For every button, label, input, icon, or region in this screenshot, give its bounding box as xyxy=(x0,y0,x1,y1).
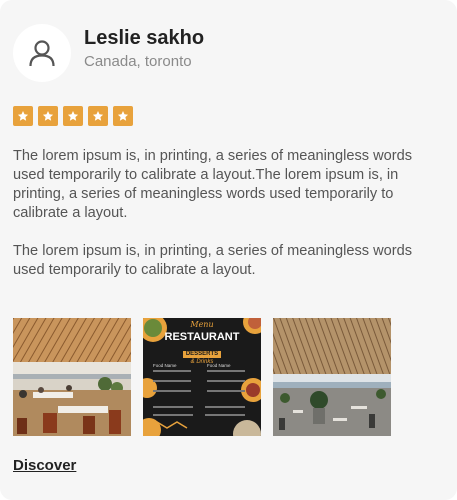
menu-item: Food Name xyxy=(153,363,177,368)
review-paragraph: The lorem ipsum is, in printing, a serie… xyxy=(13,148,413,221)
menu-brand: Menu xyxy=(190,320,214,329)
reviewer-location: Canada, toronto xyxy=(84,53,192,70)
star-icon xyxy=(63,106,83,126)
star-icon xyxy=(113,106,133,126)
star-icon xyxy=(13,106,33,126)
menu-section: DESSERTS xyxy=(185,351,219,357)
review-card: Leslie sakho Canada, toronto The lorem i… xyxy=(0,0,457,500)
star-icon xyxy=(88,106,108,126)
menu-item: Food Name xyxy=(207,363,231,368)
menu-title: RESTAURANT xyxy=(164,331,240,343)
discover-link[interactable]: Discover xyxy=(13,457,76,474)
review-paragraph: The lorem ipsum is, in printing, a serie… xyxy=(13,243,413,278)
rooftop-photo[interactable] xyxy=(273,318,391,436)
reviewer-name: Leslie sakho xyxy=(84,27,205,49)
terrace-photo[interactable] xyxy=(13,318,131,436)
star-icon xyxy=(38,106,58,126)
avatar xyxy=(13,24,71,82)
menu-photo[interactable]: Menu RESTAURANT DESSERTS & Drinks Food N… xyxy=(143,318,261,436)
photo-gallery: Menu RESTAURANT DESSERTS & Drinks Food N… xyxy=(13,318,391,436)
star-rating xyxy=(13,106,133,126)
user-icon xyxy=(29,40,55,67)
